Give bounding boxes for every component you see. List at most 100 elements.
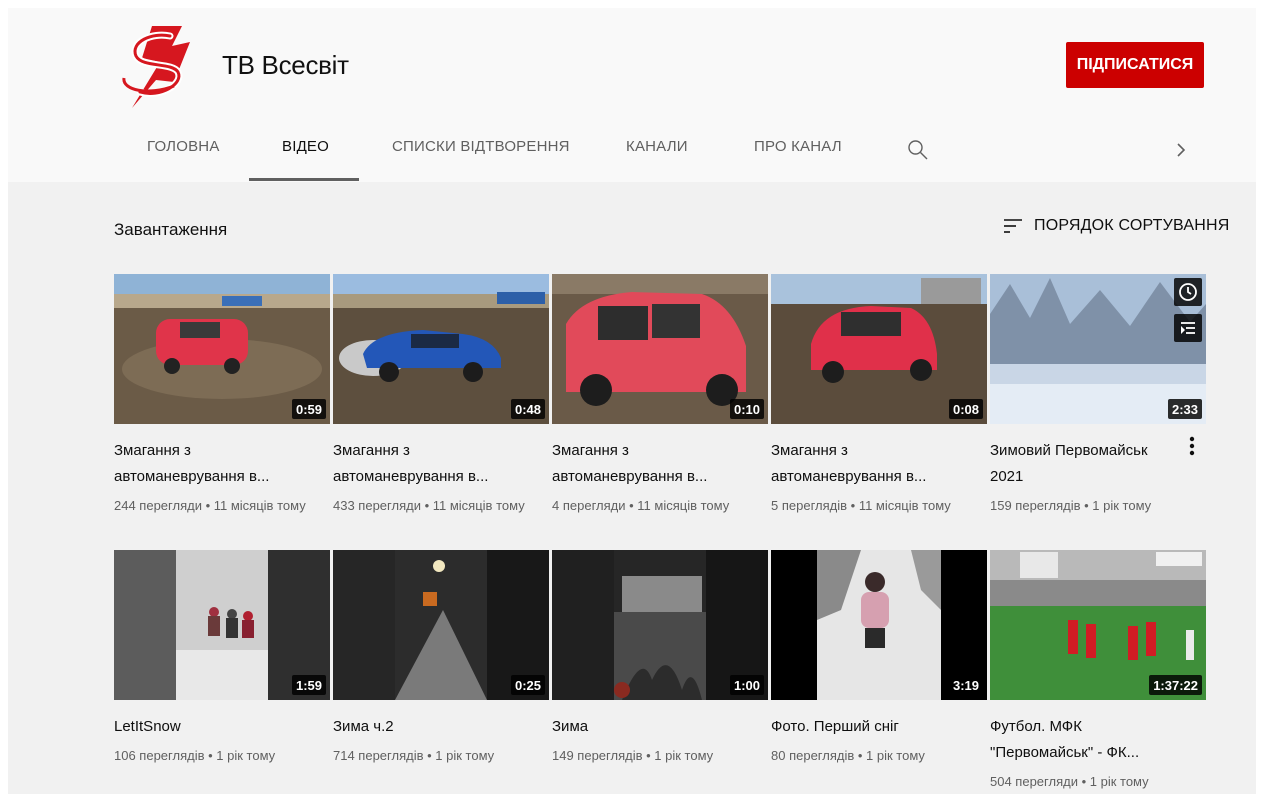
upload-age: 1 рік тому (1089, 774, 1149, 789)
videos-grid-section: Завантаження ПОРЯДОК СОРТУВАННЯ 0:59 Зма… (8, 182, 1256, 794)
video-title-line: Футбол. МФК (990, 718, 1082, 735)
video-thumbnail[interactable]: 1:59 (114, 550, 330, 700)
video-title-line: автоманеврування в... (771, 468, 927, 485)
meta-separator: • (625, 498, 638, 513)
upload-age: 1 рік тому (216, 748, 276, 763)
video-title-line: Фото. Перший сніг (771, 718, 899, 735)
chevron-right-icon[interactable] (1170, 138, 1192, 162)
meta-separator: • (642, 748, 655, 763)
video-card[interactable]: 1:59 LetItSnow 106 переглядів • 1 рік то… (114, 550, 330, 763)
video-thumbnail[interactable]: 0:25 (333, 550, 549, 700)
tab-about[interactable]: ПРО КАНАЛ (754, 138, 842, 155)
channel-name: ТВ Всесвіт (222, 50, 349, 80)
view-count: 433 перегляди (333, 498, 421, 513)
video-thumbnail[interactable]: 1:00 (552, 550, 768, 700)
view-count: 504 перегляди (990, 774, 1078, 789)
view-count: 244 перегляди (114, 498, 202, 513)
video-thumbnail[interactable]: 3:19 (771, 550, 987, 700)
video-title-line: Змагання з (771, 442, 848, 459)
video-thumbnail[interactable]: 0:08 (771, 274, 987, 424)
video-card[interactable]: 0:25 Зима ч.2 714 переглядів • 1 рік том… (333, 550, 549, 763)
video-meta: 714 переглядів • 1 рік тому (333, 748, 549, 763)
video-meta: 4 перегляди • 11 місяців тому (552, 498, 768, 513)
video-title[interactable]: Зимовий Первомайськ 2021 (990, 438, 1180, 490)
video-meta: 149 переглядів • 1 рік тому (552, 748, 768, 763)
video-meta: 159 переглядів • 1 рік тому (990, 498, 1206, 513)
video-meta: 504 перегляди • 1 рік тому (990, 774, 1206, 789)
video-card[interactable]: 1:37:22 Футбол. МФК "Первомайськ" - ФК...… (990, 550, 1206, 789)
section-title: Завантаження (114, 220, 228, 239)
video-title[interactable]: Змагання з автоманеврування в... (552, 438, 742, 490)
video-duration: 0:48 (510, 399, 545, 419)
meta-separator: • (854, 748, 867, 763)
tab-home[interactable]: ГОЛОВНА (147, 138, 220, 155)
sort-button[interactable]: ПОРЯДОК СОРТУВАННЯ (1002, 216, 1229, 236)
video-title-line: Змагання з (333, 442, 410, 459)
tab-videos[interactable]: ВІДЕО (282, 138, 329, 155)
video-title[interactable]: Зима (552, 714, 742, 740)
clock-icon[interactable] (1174, 278, 1202, 306)
meta-separator: • (1080, 498, 1093, 513)
view-count: 80 переглядів (771, 748, 855, 763)
video-title[interactable]: Змагання з автоманеврування в... (771, 438, 961, 490)
video-card[interactable]: 0:48 Змагання з автоманеврування в... 433… (333, 274, 549, 513)
video-title[interactable]: LetItSnow (114, 714, 304, 740)
video-card[interactable]: 0:08 Змагання з автоманеврування в... 5 п… (771, 274, 987, 513)
active-tab-indicator (249, 178, 359, 181)
video-title-line: "Первомайськ" - ФК... (990, 744, 1140, 761)
view-count: 714 переглядів (333, 748, 424, 763)
video-thumbnail[interactable]: 1:37:22 (990, 550, 1206, 700)
video-title-line: LetItSnow (114, 718, 181, 735)
video-title[interactable]: Футбол. МФК "Первомайськ" - ФК... (990, 714, 1180, 766)
upload-age: 1 рік тому (435, 748, 495, 763)
tab-playlists[interactable]: СПИСКИ ВІДТВОРЕННЯ (392, 138, 570, 155)
view-count: 149 переглядів (552, 748, 643, 763)
meta-separator: • (201, 498, 214, 513)
video-duration: 0:08 (948, 399, 983, 419)
video-duration: 1:37:22 (1149, 675, 1202, 695)
video-title[interactable]: Зима ч.2 (333, 714, 523, 740)
video-card[interactable]: 0:59 Змагання з автоманеврування в... 244… (114, 274, 330, 513)
upload-age: 1 рік тому (1092, 498, 1152, 513)
view-count: 106 переглядів (114, 748, 205, 763)
more-vert-icon[interactable] (1184, 434, 1200, 458)
channel-logo[interactable] (112, 18, 208, 114)
video-thumbnail[interactable]: 0:48 (333, 274, 549, 424)
video-title-line: автоманеврування в... (552, 468, 708, 485)
meta-separator: • (204, 748, 217, 763)
meta-separator: • (420, 498, 433, 513)
video-title[interactable]: Змагання з автоманеврування в... (333, 438, 523, 490)
meta-separator: • (1077, 774, 1090, 789)
video-title[interactable]: Фото. Перший сніг (771, 714, 961, 740)
queue-icon[interactable] (1174, 314, 1202, 342)
video-card[interactable]: 1:00 Зима 149 переглядів • 1 рік тому (552, 550, 768, 763)
video-card[interactable]: 0:10 Змагання з автоманеврування в... 4 п… (552, 274, 768, 513)
sort-label: ПОРЯДОК СОРТУВАННЯ (1034, 217, 1230, 234)
channel-page: ТВ Всесвіт ПІДПИСАТИСЯ ГОЛОВНА ВІДЕО СПИ… (8, 8, 1256, 794)
video-title-line: автоманеврування в... (114, 468, 270, 485)
video-card[interactable]: 2:33 Зимовий Первомайськ 2021 159 перегля… (990, 274, 1206, 513)
video-meta: 244 перегляди • 11 місяців тому (114, 498, 330, 513)
tab-channels[interactable]: КАНАЛИ (626, 138, 688, 155)
upload-age: 11 місяців тому (432, 498, 525, 513)
video-meta: 80 переглядів • 1 рік тому (771, 748, 987, 763)
video-title-line: Зима ч.2 (333, 718, 394, 735)
video-thumbnail[interactable]: 0:59 (114, 274, 330, 424)
upload-age: 11 місяців тому (213, 498, 306, 513)
meta-separator: • (847, 498, 859, 513)
upload-age: 11 місяців тому (858, 498, 951, 513)
subscribe-button[interactable]: ПІДПИСАТИСЯ (1066, 42, 1204, 88)
video-title-line: 2021 (990, 468, 1024, 485)
video-thumbnail[interactable]: 2:33 (990, 274, 1206, 424)
video-title-line: Зима (552, 718, 589, 735)
video-duration: 3:19 (948, 675, 983, 695)
video-duration: 1:59 (291, 675, 326, 695)
video-title-line: Змагання з (114, 442, 191, 459)
video-thumbnail[interactable]: 0:10 (552, 274, 768, 424)
sort-icon (1004, 219, 1022, 233)
video-card[interactable]: 3:19 Фото. Перший сніг 80 переглядів • 1… (771, 550, 987, 763)
channel-header: ТВ Всесвіт ПІДПИСАТИСЯ ГОЛОВНА ВІДЕО СПИ… (8, 8, 1256, 182)
search-icon[interactable] (906, 138, 930, 162)
video-duration: 0:59 (291, 399, 326, 419)
video-title[interactable]: Змагання з автоманеврування в... (114, 438, 304, 490)
